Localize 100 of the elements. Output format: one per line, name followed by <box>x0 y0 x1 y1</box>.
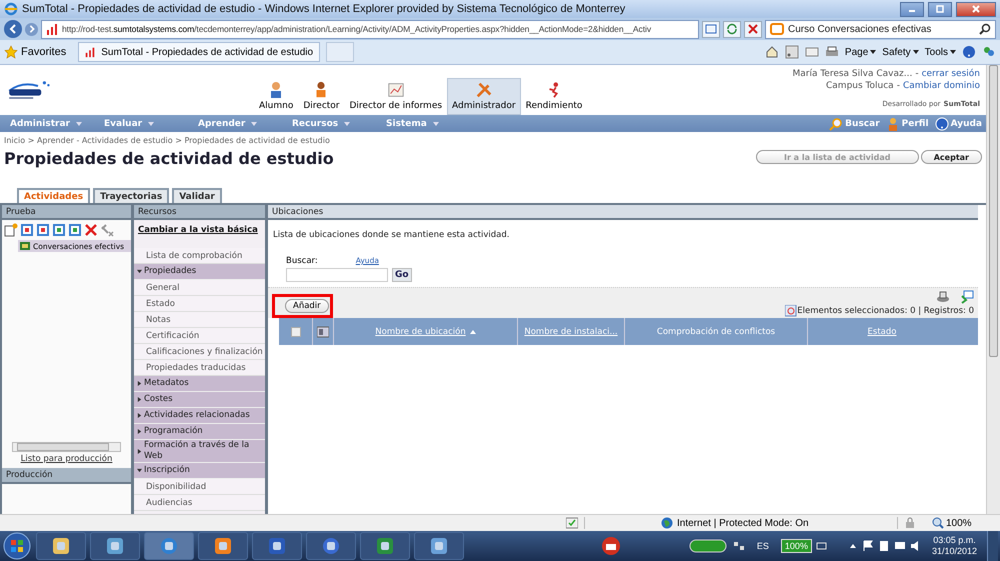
section-label: Propiedades <box>144 266 196 277</box>
role-tab[interactable]: Director <box>298 78 344 115</box>
move-item-icon[interactable] <box>20 223 34 237</box>
help-icon <box>934 116 949 130</box>
browser-tab[interactable]: SumTotal - Propiedades de actividad de estudio <box>78 42 320 62</box>
section-label: Costes <box>144 394 173 405</box>
ready-link[interactable]: Listo para producción <box>2 452 131 468</box>
app-icon[interactable] <box>600 536 621 556</box>
command-menu[interactable]: Safety <box>882 46 919 58</box>
go-button[interactable]: Go <box>392 268 412 282</box>
resource-link[interactable]: Lista de comprobación <box>134 248 265 264</box>
window-title: SumTotal - Propiedades de actividad de estudio - Windows Internet Explorer provided by Sistema Tecnológico de Monterrey <box>22 3 626 15</box>
clock-date[interactable]: 31/10/2012 <box>932 546 977 557</box>
resource-section[interactable]: Formación a través de la Web <box>134 440 265 463</box>
minimize-button[interactable] <box>900 2 924 16</box>
caret-down-icon <box>137 468 142 473</box>
export-icon[interactable] <box>960 290 974 304</box>
caret-icon <box>432 122 439 126</box>
refresh-button[interactable] <box>723 20 741 38</box>
resource-section[interactable]: Costes <box>134 392 265 408</box>
resource-link[interactable]: Calificaciones y finalización <box>134 344 265 360</box>
address-field[interactable]: http://rod-test.sumtotalsystems.com/tecdemonterrey/app/administration/Learning/Activity/ADM_ActivityProperties.aspx?hidden__ActionMode=2&hidden__Activ <box>41 20 699 38</box>
caret-right-icon <box>137 397 142 402</box>
change-domain-link[interactable]: Cambiar dominio <box>902 80 980 92</box>
search-field[interactable]: Curso Conversaciones efectivas <box>765 20 996 38</box>
activity-icon <box>20 241 30 251</box>
role-tab[interactable]: Rendimiento <box>520 78 588 115</box>
taskbar-app-button[interactable] <box>198 532 248 560</box>
clock-time[interactable]: 03:05 p.m. <box>933 535 976 546</box>
resource-section[interactable]: Programación <box>134 424 265 440</box>
logout-link[interactable]: cerrar sesión <box>922 68 980 80</box>
column-header: Comprobación de conflictos <box>625 318 808 345</box>
delete-icon[interactable] <box>84 223 98 237</box>
caret-icon <box>912 50 919 54</box>
battery-indicator[interactable]: 100% <box>780 539 812 553</box>
tab[interactable]: Actividades <box>17 188 90 203</box>
maximize-button[interactable] <box>928 2 952 16</box>
search-icon[interactable] <box>979 23 991 35</box>
print-icon[interactable] <box>824 45 839 59</box>
taskbar-app-button[interactable] <box>90 532 140 560</box>
horizontal-scrollbar[interactable] <box>12 442 121 452</box>
role-tab[interactable]: Alumno <box>254 78 298 115</box>
zoom-button[interactable]: 100% <box>932 517 992 529</box>
student-icon <box>270 81 282 99</box>
taskbar-app-button[interactable] <box>306 532 356 560</box>
taskbar-app-button[interactable] <box>414 532 464 560</box>
columns-icon[interactable] <box>317 326 329 338</box>
resource-section[interactable]: Metadatos <box>134 376 265 392</box>
home-icon[interactable] <box>764 45 779 59</box>
help-icon[interactable] <box>962 45 976 59</box>
select-all-checkbox[interactable] <box>290 326 300 336</box>
vertical-scrollbar[interactable] <box>986 65 1000 514</box>
tab[interactable]: Validar <box>172 188 222 203</box>
move-item-icon[interactable] <box>36 223 50 237</box>
resource-link[interactable]: Certificación <box>134 328 265 344</box>
show-desktop-button[interactable] <box>987 531 998 561</box>
search-input[interactable] <box>286 268 388 282</box>
separator-text: - <box>896 80 900 92</box>
add-button[interactable]: Añadir <box>285 299 329 313</box>
resource-section[interactable]: Actividades relacionadas <box>134 408 265 424</box>
bar-chart-icon <box>84 46 96 58</box>
taskbar-app-button[interactable] <box>36 532 86 560</box>
favorites-button[interactable]: Favorites <box>4 45 72 59</box>
caret-icon <box>148 122 154 126</box>
tab[interactable]: Trayectorias <box>93 188 170 203</box>
taskbar-app-button[interactable] <box>252 532 302 560</box>
taskbar-app-button[interactable] <box>360 532 410 560</box>
lock-icon[interactable] <box>904 517 916 529</box>
refresh-icon <box>726 23 738 35</box>
search-icon <box>829 116 844 130</box>
command-menu[interactable]: Tools <box>924 46 956 58</box>
forward-button[interactable] <box>25 22 38 36</box>
user-name: María Teresa Silva Cavaz... <box>792 68 912 80</box>
resource-section[interactable]: Inscripción <box>134 463 265 479</box>
compatibility-button[interactable] <box>702 20 720 38</box>
bar-chart-icon <box>45 22 59 36</box>
stop-button[interactable] <box>744 20 762 38</box>
network-icon[interactable] <box>732 540 745 552</box>
caret-right-icon <box>137 413 142 418</box>
basic-view-link[interactable]: Cambiar a la vista básica <box>134 220 265 248</box>
close-button[interactable] <box>956 2 996 16</box>
back-button[interactable] <box>4 20 22 38</box>
taskbar-app-button[interactable] <box>144 532 194 560</box>
language-indicator[interactable]: ES <box>748 541 777 551</box>
move-item-icon[interactable] <box>68 223 82 237</box>
printer-icon[interactable] <box>936 290 950 304</box>
role-tab[interactable]: Administrador <box>447 78 521 115</box>
flag-icon[interactable] <box>862 540 874 552</box>
separator-text: - <box>915 68 919 80</box>
start-button[interactable] <box>2 531 32 561</box>
action-button[interactable]: Aceptar <box>920 150 982 164</box>
section-label: Inscripción <box>144 465 190 476</box>
find-icon[interactable] <box>785 305 798 317</box>
command-menu[interactable]: Page <box>844 46 876 58</box>
resource-section[interactable]: Propiedades <box>134 264 265 280</box>
role-tab[interactable]: Director de informes <box>344 78 448 115</box>
caret-right-icon <box>137 381 142 386</box>
move-item-icon[interactable] <box>52 223 66 237</box>
new-item-icon[interactable] <box>4 223 18 237</box>
close-icon <box>971 4 981 14</box>
